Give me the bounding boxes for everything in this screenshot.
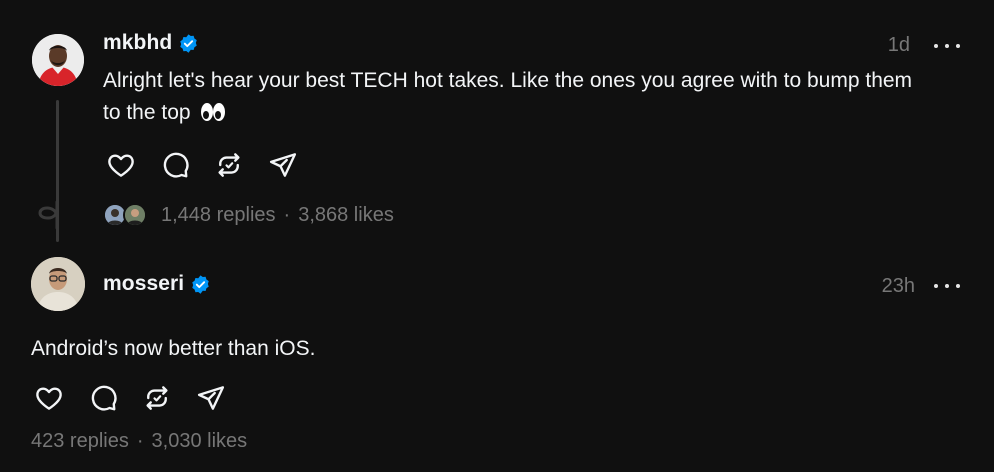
- timestamp: 1d: [887, 34, 910, 56]
- stats-separator: ·: [136, 430, 144, 452]
- replies-count[interactable]: 1,448 replies: [161, 204, 276, 227]
- username[interactable]: mkbhd: [103, 31, 172, 55]
- avatar: [123, 203, 147, 227]
- avatar[interactable]: [31, 257, 85, 311]
- comment-icon: [91, 385, 117, 411]
- avatar[interactable]: [32, 34, 84, 86]
- post-stats: 423 replies · 3,030 likes: [31, 430, 247, 453]
- timestamp: 23h: [881, 275, 915, 297]
- likes-count[interactable]: 3,030 likes: [152, 430, 248, 453]
- stats-separator: ·: [283, 203, 291, 226]
- more-icon[interactable]: [934, 36, 960, 56]
- post-text: Android’s now better than iOS.: [31, 337, 316, 360]
- post-actions: [31, 381, 229, 415]
- post-actions: [103, 148, 301, 182]
- heart-icon: [108, 154, 134, 177]
- stats-text: 1,448 replies · 3,868 likes: [161, 204, 394, 227]
- more-icon[interactable]: [934, 276, 960, 296]
- send-icon: [269, 153, 297, 177]
- post-author: mosseri: [103, 272, 211, 296]
- likes-count[interactable]: 3,868 likes: [298, 204, 394, 227]
- comment-icon: [163, 152, 189, 178]
- send-icon: [197, 386, 225, 410]
- repost-icon: [146, 386, 168, 410]
- reply-button[interactable]: [85, 381, 121, 415]
- post-body: Alright let's hear your best TECH hot ta…: [103, 65, 933, 133]
- eyes-emoji-icon: [200, 101, 226, 133]
- replier-avatars[interactable]: [103, 202, 151, 228]
- reply-button[interactable]: [157, 148, 193, 182]
- post-author: mkbhd: [103, 31, 199, 55]
- repost-button[interactable]: [139, 381, 175, 415]
- username[interactable]: mosseri: [103, 272, 184, 296]
- like-button[interactable]: [103, 148, 139, 182]
- heart-icon: [36, 387, 62, 410]
- verified-badge-icon: [190, 274, 211, 295]
- share-button[interactable]: [265, 148, 301, 182]
- repost-button[interactable]: [211, 148, 247, 182]
- replies-count[interactable]: 423 replies: [31, 430, 129, 453]
- post-stats: 1,448 replies · 3,868 likes: [103, 202, 394, 228]
- like-button[interactable]: [31, 381, 67, 415]
- threads-feed: mkbhd 1d Alright let's hear your best TE…: [0, 0, 994, 472]
- verified-badge-icon: [178, 33, 199, 54]
- thread-loop-icon: [34, 200, 74, 230]
- repost-icon: [218, 153, 240, 177]
- share-button[interactable]: [193, 381, 229, 415]
